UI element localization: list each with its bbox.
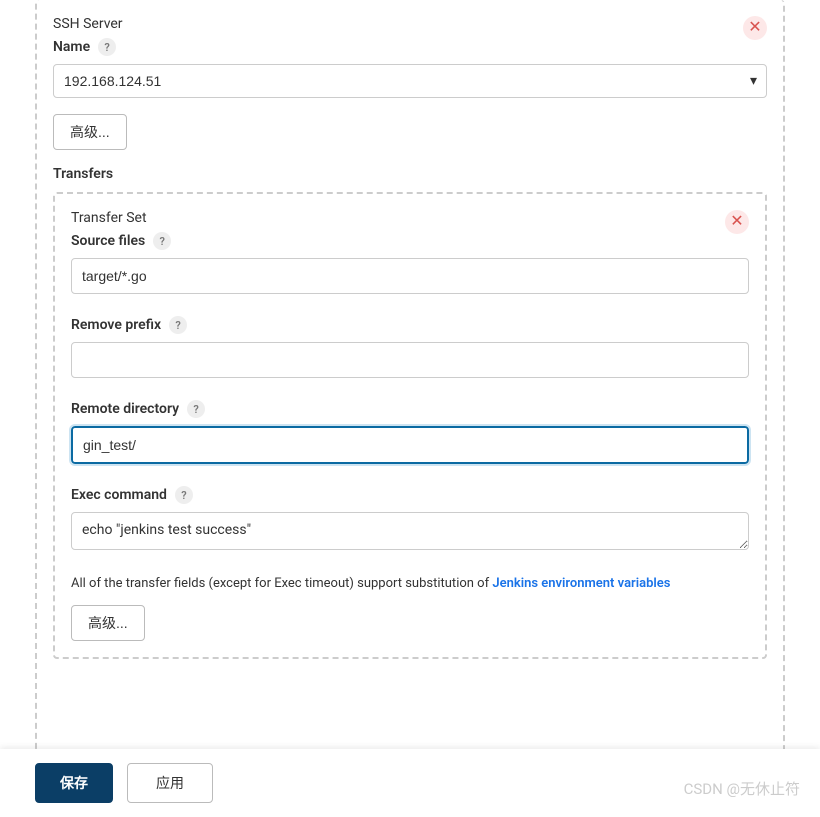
advanced-server-button[interactable]: 高级... bbox=[53, 114, 127, 150]
source-files-label: Source files bbox=[71, 233, 145, 249]
env-vars-link[interactable]: Jenkins environment variables bbox=[492, 576, 670, 591]
save-button[interactable]: 保存 bbox=[35, 763, 113, 803]
apply-button[interactable]: 应用 bbox=[127, 763, 213, 803]
footer-bar: 保存 应用 bbox=[0, 749, 820, 817]
help-icon[interactable]: ? bbox=[98, 38, 116, 56]
ssh-server-header: SSH Server bbox=[53, 16, 123, 32]
transfers-title: Transfers bbox=[53, 166, 767, 182]
server-name-select[interactable]: 192.168.124.51 bbox=[53, 64, 767, 98]
help-icon[interactable]: ? bbox=[153, 232, 171, 250]
remove-server-button[interactable]: ✕ bbox=[743, 16, 767, 40]
transfer-set-header: Transfer Set bbox=[71, 210, 171, 226]
help-icon[interactable]: ? bbox=[175, 486, 193, 504]
transfer-set-panel: Transfer Set Source files ? ✕ Remove pre… bbox=[53, 192, 767, 659]
remote-directory-input[interactable] bbox=[71, 426, 749, 464]
close-icon: ✕ bbox=[730, 214, 743, 230]
transfer-hint: All of the transfer fields (except for E… bbox=[71, 576, 749, 591]
remove-transfer-button[interactable]: ✕ bbox=[725, 210, 749, 234]
remove-prefix-label: Remove prefix bbox=[71, 317, 161, 333]
advanced-transfer-button[interactable]: 高级... bbox=[71, 605, 145, 641]
help-icon[interactable]: ? bbox=[169, 316, 187, 334]
source-files-input[interactable] bbox=[71, 258, 749, 294]
remove-prefix-input[interactable] bbox=[71, 342, 749, 378]
ssh-server-panel: SSH Server Name ? ✕ 192.168.124.51 ▾ 高级.… bbox=[35, 0, 785, 765]
close-icon: ✕ bbox=[748, 20, 761, 36]
remote-directory-label: Remote directory bbox=[71, 401, 179, 417]
exec-command-label: Exec command bbox=[71, 487, 167, 503]
exec-command-input[interactable] bbox=[71, 512, 749, 550]
name-label: Name bbox=[53, 39, 90, 55]
help-icon[interactable]: ? bbox=[187, 400, 205, 418]
